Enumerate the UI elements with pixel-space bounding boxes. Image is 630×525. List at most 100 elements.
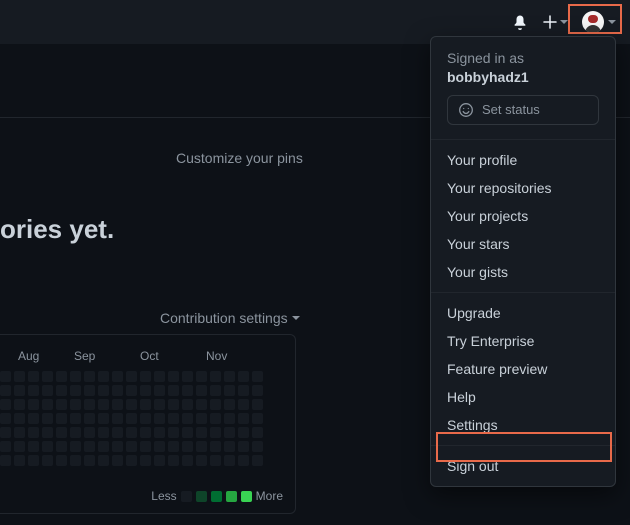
contribution-cell[interactable] (238, 455, 249, 466)
contribution-cell[interactable] (0, 427, 11, 438)
contribution-cell[interactable] (98, 455, 109, 466)
menu-upgrade[interactable]: Upgrade (431, 299, 615, 327)
menu-your-projects[interactable]: Your projects (431, 202, 615, 230)
contribution-cell[interactable] (238, 371, 249, 382)
contribution-cell[interactable] (84, 441, 95, 452)
contribution-cell[interactable] (210, 371, 221, 382)
contribution-cell[interactable] (70, 371, 81, 382)
contribution-cell[interactable] (238, 413, 249, 424)
contribution-cell[interactable] (0, 455, 11, 466)
contribution-cell[interactable] (112, 385, 123, 396)
contribution-cell[interactable] (182, 455, 193, 466)
contribution-cell[interactable] (252, 399, 263, 410)
contribution-cell[interactable] (70, 399, 81, 410)
contribution-cell[interactable] (112, 455, 123, 466)
contribution-cell[interactable] (140, 455, 151, 466)
contribution-cell[interactable] (168, 385, 179, 396)
contribution-cell[interactable] (126, 441, 137, 452)
contribution-cell[interactable] (14, 413, 25, 424)
menu-settings[interactable]: Settings (431, 411, 615, 439)
contribution-cell[interactable] (84, 455, 95, 466)
contribution-cell[interactable] (14, 427, 25, 438)
contribution-cell[interactable] (182, 399, 193, 410)
contribution-cell[interactable] (252, 385, 263, 396)
contribution-cell[interactable] (196, 385, 207, 396)
contribution-cell[interactable] (140, 371, 151, 382)
contribution-cell[interactable] (14, 399, 25, 410)
contribution-cell[interactable] (42, 441, 53, 452)
contribution-cell[interactable] (140, 399, 151, 410)
contribution-cell[interactable] (196, 427, 207, 438)
contribution-cell[interactable] (28, 385, 39, 396)
contribution-cell[interactable] (238, 385, 249, 396)
contribution-cell[interactable] (238, 427, 249, 438)
contribution-cell[interactable] (98, 427, 109, 438)
contribution-cell[interactable] (42, 399, 53, 410)
profile-menu-button[interactable] (582, 11, 616, 33)
contribution-cell[interactable] (196, 371, 207, 382)
contribution-cell[interactable] (70, 455, 81, 466)
menu-sign-out[interactable]: Sign out (431, 452, 615, 480)
contribution-cell[interactable] (140, 427, 151, 438)
menu-try-enterprise[interactable]: Try Enterprise (431, 327, 615, 355)
contribution-cell[interactable] (56, 399, 67, 410)
contribution-cell[interactable] (154, 371, 165, 382)
contribution-cell[interactable] (84, 427, 95, 438)
contribution-cell[interactable] (154, 413, 165, 424)
contribution-cell[interactable] (168, 455, 179, 466)
contribution-cell[interactable] (252, 371, 263, 382)
contribution-cell[interactable] (42, 385, 53, 396)
contribution-cell[interactable] (0, 441, 11, 452)
contribution-cell[interactable] (126, 413, 137, 424)
contribution-cell[interactable] (28, 399, 39, 410)
contribution-cell[interactable] (56, 427, 67, 438)
contribution-cell[interactable] (98, 371, 109, 382)
contribution-cell[interactable] (112, 441, 123, 452)
contribution-settings-button[interactable]: Contribution settings (160, 310, 300, 326)
contribution-cell[interactable] (238, 399, 249, 410)
contribution-cell[interactable] (56, 371, 67, 382)
contribution-cell[interactable] (112, 427, 123, 438)
contribution-cell[interactable] (84, 385, 95, 396)
contribution-cell[interactable] (14, 441, 25, 452)
contribution-cell[interactable] (112, 399, 123, 410)
contribution-cell[interactable] (210, 427, 221, 438)
contribution-cell[interactable] (98, 399, 109, 410)
contribution-cell[interactable] (182, 413, 193, 424)
contribution-cell[interactable] (196, 455, 207, 466)
contribution-cell[interactable] (168, 413, 179, 424)
contribution-cell[interactable] (210, 441, 221, 452)
contribution-cell[interactable] (126, 371, 137, 382)
menu-your-stars[interactable]: Your stars (431, 230, 615, 258)
contribution-cell[interactable] (182, 441, 193, 452)
contribution-cell[interactable] (154, 441, 165, 452)
contribution-cell[interactable] (238, 441, 249, 452)
contribution-cell[interactable] (196, 399, 207, 410)
contribution-cell[interactable] (70, 385, 81, 396)
contribution-cell[interactable] (84, 399, 95, 410)
contribution-cell[interactable] (42, 371, 53, 382)
contribution-cell[interactable] (224, 441, 235, 452)
contribution-cell[interactable] (56, 441, 67, 452)
contribution-cell[interactable] (70, 441, 81, 452)
menu-your-gists[interactable]: Your gists (431, 258, 615, 286)
menu-your-repositories[interactable]: Your repositories (431, 174, 615, 202)
contribution-cell[interactable] (224, 371, 235, 382)
contribution-cell[interactable] (0, 385, 11, 396)
contribution-cell[interactable] (56, 385, 67, 396)
contribution-cell[interactable] (140, 441, 151, 452)
customize-pins-link[interactable]: Customize your pins (176, 150, 303, 166)
contribution-cell[interactable] (252, 441, 263, 452)
contribution-cell[interactable] (0, 371, 11, 382)
contribution-cell[interactable] (0, 399, 11, 410)
contribution-cell[interactable] (56, 455, 67, 466)
contribution-cell[interactable] (98, 441, 109, 452)
contribution-cell[interactable] (224, 427, 235, 438)
contribution-cell[interactable] (126, 455, 137, 466)
contribution-cell[interactable] (168, 441, 179, 452)
contribution-cell[interactable] (210, 385, 221, 396)
contribution-cell[interactable] (168, 427, 179, 438)
contribution-cell[interactable] (154, 385, 165, 396)
contribution-cell[interactable] (70, 427, 81, 438)
contribution-cell[interactable] (84, 371, 95, 382)
